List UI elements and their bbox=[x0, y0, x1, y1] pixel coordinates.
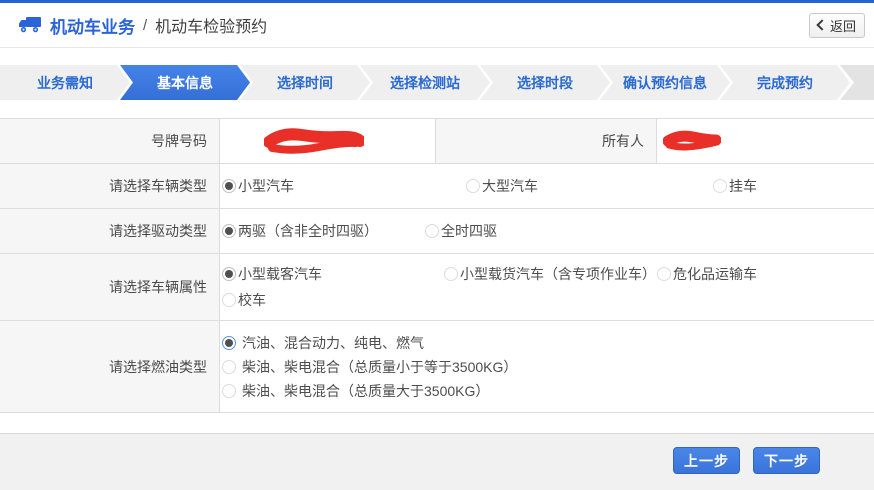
owner-value bbox=[657, 119, 874, 163]
step-complete[interactable]: 完成预约 bbox=[720, 65, 850, 100]
radio-icon[interactable] bbox=[425, 224, 439, 238]
next-step-button[interactable]: 下一步 bbox=[753, 447, 820, 474]
radio-option-trailer[interactable]: 挂车 bbox=[713, 176, 757, 196]
prev-step-button[interactable]: 上一步 bbox=[673, 447, 740, 474]
page-header: 机动车业务 / 机动车检验预约 返回 bbox=[0, 3, 874, 48]
vehicle-type-label: 请选择车辆类型 bbox=[0, 164, 220, 208]
fuel-type-label: 请选择燃油类型 bbox=[0, 321, 220, 412]
radio-option-two-wheel-drive[interactable]: 两驱（含非全时四驱） bbox=[222, 221, 425, 241]
radio-icon[interactable] bbox=[657, 267, 671, 281]
breadcrumb-current: 机动车检验预约 bbox=[155, 13, 267, 37]
radio-option-hazmat-transport[interactable]: 危化品运输车 bbox=[657, 264, 757, 284]
drive-type-label: 请选择驱动类型 bbox=[0, 209, 220, 253]
option-label: 校车 bbox=[238, 290, 266, 310]
vehicle-attr-label: 请选择车辆属性 bbox=[0, 254, 220, 320]
radio-option-small-passenger[interactable]: 小型载客汽车 bbox=[222, 264, 444, 284]
step-business-notice[interactable]: 业务需知 bbox=[0, 65, 130, 100]
vehicle-attr-options: 小型载客汽车 小型载货汽车（含专项作业车） 危化品运输车 校车 bbox=[220, 254, 874, 320]
radio-option-small-car[interactable]: 小型汽车 bbox=[222, 176, 466, 196]
radio-option-large-car[interactable]: 大型汽车 bbox=[466, 176, 713, 196]
option-label: 柴油、柴电混合（总质量大于3500KG） bbox=[242, 381, 489, 401]
owner-redaction-scribble bbox=[663, 130, 721, 152]
radio-option-all-time-4wd[interactable]: 全时四驱 bbox=[425, 221, 497, 241]
radio-icon[interactable] bbox=[713, 179, 727, 193]
radio-option-small-cargo[interactable]: 小型载货汽车（含专项作业车） bbox=[444, 264, 657, 284]
fuel-type-options: 汽油、混合动力、纯电、燃气 柴油、柴电混合（总质量小于等于3500KG） 柴油、… bbox=[220, 321, 874, 412]
breadcrumb-divider: / bbox=[143, 17, 147, 34]
truck-icon bbox=[18, 16, 42, 34]
step-select-station[interactable]: 选择检测站 bbox=[360, 65, 490, 100]
back-chevron-icon bbox=[816, 19, 827, 30]
radio-option-diesel-gt-3500kg[interactable]: 柴油、柴电混合（总质量大于3500KG） bbox=[222, 381, 489, 401]
vehicle-inspection-page: 机动车业务 / 机动车检验预约 返回 业务需知 基本信息 选择时间 选择检测站 … bbox=[0, 0, 874, 490]
radio-selected-icon[interactable] bbox=[222, 336, 236, 350]
back-button-label: 返回 bbox=[830, 16, 856, 35]
plate-number-value bbox=[220, 119, 436, 163]
radio-icon[interactable] bbox=[222, 360, 236, 374]
radio-icon[interactable] bbox=[444, 267, 458, 281]
radio-icon[interactable] bbox=[466, 179, 480, 193]
option-label: 小型载客汽车 bbox=[238, 264, 322, 284]
option-label: 小型载货汽车（含专项作业车） bbox=[460, 264, 656, 284]
step-select-timeslot[interactable]: 选择时段 bbox=[480, 65, 610, 100]
radio-icon[interactable] bbox=[222, 384, 236, 398]
option-label: 两驱（含非全时四驱） bbox=[238, 221, 378, 241]
vehicle-type-options: 小型汽车 大型汽车 挂车 bbox=[220, 164, 874, 208]
radio-option-diesel-le-3500kg[interactable]: 柴油、柴电混合（总质量小于等于3500KG） bbox=[222, 357, 517, 377]
table-row-plate-owner: 号牌号码 所有人 bbox=[0, 119, 874, 164]
radio-icon[interactable] bbox=[222, 293, 236, 307]
option-label: 汽油、混合动力、纯电、燃气 bbox=[242, 333, 424, 353]
vehicle-attr-line-2: 校车 bbox=[222, 290, 266, 310]
option-label: 小型汽车 bbox=[238, 176, 294, 196]
option-label: 挂车 bbox=[729, 176, 757, 196]
option-label: 大型汽车 bbox=[482, 176, 538, 196]
drive-type-options: 两驱（含非全时四驱） 全时四驱 bbox=[220, 209, 874, 253]
table-row-vehicle-type: 请选择车辆类型 小型汽车 大型汽车 挂车 bbox=[0, 164, 874, 209]
option-label: 全时四驱 bbox=[441, 221, 497, 241]
step-select-time[interactable]: 选择时间 bbox=[240, 65, 370, 100]
table-row-fuel-type: 请选择燃油类型 汽油、混合动力、纯电、燃气 柴油、柴电混合（总质量小于等于350… bbox=[0, 321, 874, 413]
owner-label: 所有人 bbox=[436, 119, 657, 163]
wizard-stepper: 业务需知 基本信息 选择时间 选择检测站 选择时段 确认预约信息 完成预约 bbox=[0, 65, 874, 100]
step-basic-info[interactable]: 基本信息 bbox=[120, 65, 250, 100]
option-label: 柴油、柴电混合（总质量小于等于3500KG） bbox=[242, 357, 517, 377]
radio-selected-icon[interactable] bbox=[222, 179, 236, 193]
basic-info-form: 号牌号码 所有人 请选择车辆类型 小型汽车 bbox=[0, 118, 874, 413]
table-row-drive-type: 请选择驱动类型 两驱（含非全时四驱） 全时四驱 bbox=[0, 209, 874, 254]
table-row-vehicle-attr: 请选择车辆属性 小型载客汽车 小型载货汽车（含专项作业车） 危化品运输车 bbox=[0, 254, 874, 321]
wizard-footer: 上一步 下一步 bbox=[0, 433, 874, 490]
plate-redaction-scribble bbox=[264, 128, 364, 154]
radio-selected-icon[interactable] bbox=[222, 267, 236, 281]
vehicle-attr-line-1: 小型载客汽车 小型载货汽车（含专项作业车） 危化品运输车 bbox=[222, 264, 757, 284]
radio-selected-icon[interactable] bbox=[222, 224, 236, 238]
plate-number-label: 号牌号码 bbox=[0, 119, 220, 163]
option-label: 危化品运输车 bbox=[673, 264, 757, 284]
radio-option-gasoline-hybrid-electric-gas[interactable]: 汽油、混合动力、纯电、燃气 bbox=[222, 333, 424, 353]
radio-option-school-bus[interactable]: 校车 bbox=[222, 290, 266, 310]
step-confirm-info[interactable]: 确认预约信息 bbox=[600, 65, 730, 100]
back-button[interactable]: 返回 bbox=[809, 13, 865, 38]
page-title: 机动车业务 bbox=[50, 13, 135, 38]
